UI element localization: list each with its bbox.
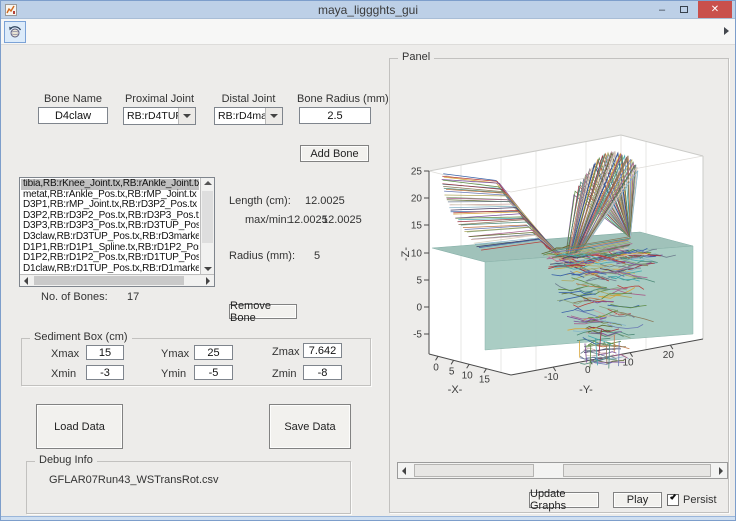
radius-value: 5 — [314, 250, 320, 262]
listbox-vertical-scrollbar[interactable] — [200, 178, 214, 274]
ymax-label: Ymax — [161, 348, 189, 360]
xmin-label: Xmin — [51, 368, 76, 380]
dropdown-arrow-button[interactable] — [265, 108, 282, 124]
zmax-input[interactable] — [303, 343, 342, 358]
remove-bone-button[interactable]: Remove Bone — [229, 304, 297, 319]
zmin-input[interactable] — [303, 365, 342, 380]
scroll-up-icon[interactable] — [204, 181, 212, 185]
svg-text:15: 15 — [411, 221, 423, 232]
debug-info-title: Debug Info — [35, 454, 97, 466]
add-bone-button[interactable]: Add Bone — [300, 145, 369, 162]
xmin-input[interactable] — [86, 365, 124, 380]
window-border — [1, 516, 735, 520]
scroll-right-icon[interactable] — [206, 277, 210, 285]
scrollbar-thumb[interactable] — [202, 191, 213, 243]
rotate-3d-icon — [7, 24, 23, 40]
scroll-left-icon[interactable] — [24, 277, 28, 285]
check-icon — [670, 493, 676, 500]
list-item[interactable]: D3claw,RB:rD3TUP_Pos.tx,RB:rD3markerJoin… — [21, 232, 199, 243]
slider-thumb[interactable] — [535, 464, 562, 477]
update-graphs-button[interactable]: Update Graphs — [529, 492, 599, 508]
persist-checkbox[interactable] — [667, 494, 679, 506]
ymin-input[interactable] — [194, 365, 233, 380]
zmax-label: Zmax — [272, 346, 300, 358]
title-bar: maya_liggghts_gui – ✕ — [1, 1, 735, 19]
proximal-joint-dropdown[interactable]: RB:rD4TUP_P... — [123, 107, 196, 125]
bone-radius-label: Bone Radius (mm) — [297, 93, 373, 105]
svg-text:5: 5 — [416, 276, 422, 287]
bone-count-value: 17 — [127, 291, 139, 303]
xmax-label: Xmax — [51, 348, 79, 360]
svg-text:-10: -10 — [544, 372, 559, 383]
debug-info-group: Debug Info GFLAR07Run43_WSTransRot.csv — [26, 461, 351, 514]
load-data-button[interactable]: Load Data — [36, 404, 123, 449]
svg-text:20: 20 — [411, 194, 423, 205]
svg-text:10: 10 — [411, 249, 423, 260]
svg-text:-X-: -X- — [448, 384, 463, 396]
distal-joint-dropdown[interactable]: RB:rD4marker... — [214, 107, 283, 125]
svg-text:20: 20 — [663, 350, 675, 361]
min-value: 12.0025 — [322, 214, 362, 226]
scroll-down-icon[interactable] — [204, 267, 212, 271]
bone-name-input[interactable] — [38, 107, 108, 124]
proximal-joint-value: RB:rD4TUP_P... — [124, 108, 178, 124]
slider-trough[interactable] — [414, 464, 534, 477]
distal-joint-label: Distal Joint — [214, 93, 283, 105]
save-data-button[interactable]: Save Data — [269, 404, 351, 449]
svg-text:5: 5 — [449, 366, 455, 377]
proximal-joint-label: Proximal Joint — [123, 93, 196, 105]
rotate-3d-tool-button[interactable] — [4, 21, 26, 43]
scrollbar-thumb[interactable] — [34, 276, 184, 285]
chevron-down-icon — [270, 114, 278, 118]
svg-text:-Y-: -Y- — [579, 384, 593, 396]
play-button[interactable]: Play — [613, 492, 662, 508]
sediment-box-title: Sediment Box (cm) — [30, 331, 132, 343]
frame-slider[interactable] — [397, 462, 728, 479]
chevron-down-icon — [183, 114, 191, 118]
app-window: maya_liggghts_gui – ✕ Bone Name Proximal… — [0, 0, 736, 521]
ymin-label: Ymin — [161, 368, 186, 380]
ymax-input[interactable] — [194, 345, 233, 360]
radius-label: Radius (mm): — [229, 250, 295, 262]
svg-text:25: 25 — [411, 167, 423, 178]
svg-text:-Z-: -Z- — [400, 247, 412, 261]
persist-label: Persist — [683, 494, 717, 506]
dropdown-arrow-button[interactable] — [178, 108, 195, 124]
panel-title: Panel — [398, 51, 434, 63]
svg-text:0: 0 — [416, 303, 422, 314]
debug-text: GFLAR07Run43_WSTransRot.csv — [49, 474, 219, 486]
toolbar — [1, 19, 735, 45]
slider-left-icon[interactable] — [402, 467, 406, 475]
toolbar-overflow-icon[interactable] — [724, 27, 729, 35]
window-title: maya_liggghts_gui — [1, 3, 735, 17]
bone-count-label: No. of Bones: — [41, 291, 108, 303]
close-button[interactable]: ✕ — [698, 1, 732, 18]
slider-trough[interactable] — [563, 464, 711, 477]
svg-text:10: 10 — [462, 370, 474, 381]
bone-name-label: Bone Name — [38, 93, 108, 105]
zmin-label: Zmin — [272, 368, 296, 380]
length-label: Length (cm): — [229, 195, 291, 207]
bone-radius-input[interactable] — [299, 107, 371, 124]
maxmin-label: max/min: — [245, 214, 290, 226]
bone-listbox[interactable]: tibia,RB:rKnee_Joint.tx,RB:rAnkle_Joint.… — [19, 177, 215, 287]
svg-text:15: 15 — [479, 375, 491, 386]
svg-text:10: 10 — [622, 358, 634, 369]
xmax-input[interactable] — [86, 345, 124, 360]
slider-right-icon[interactable] — [719, 467, 723, 475]
list-item[interactable]: tibia,RB:rKnee_Joint.tx,RB:rAnkle_Joint.… — [21, 179, 199, 190]
length-value: 12.0025 — [305, 195, 345, 207]
minimize-button[interactable]: – — [653, 1, 671, 18]
maximize-button[interactable] — [675, 1, 693, 18]
3d-plot[interactable]: 2520151050-5051015-1001020-X--Y--Z- — [397, 96, 727, 408]
distal-joint-value: RB:rD4marker... — [215, 108, 265, 124]
list-item[interactable]: D1claw,RB:rD1TUP_Pos.tx,RB:rD1markerjoin… — [21, 264, 199, 273]
svg-text:0: 0 — [433, 362, 439, 373]
listbox-horizontal-scrollbar[interactable] — [20, 274, 214, 286]
maximize-icon — [680, 6, 688, 13]
svg-text:-5: -5 — [413, 330, 422, 341]
